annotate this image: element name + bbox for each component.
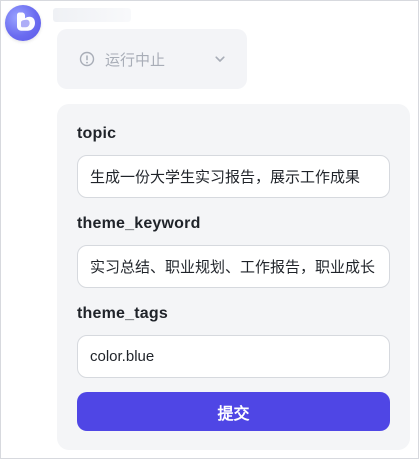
chat-frame: 运行中止 topic 生成一份大学生实习报告，展示工作成果 theme_keyw… xyxy=(0,0,419,459)
info-circle-icon xyxy=(79,51,95,67)
submit-button[interactable]: 提交 xyxy=(77,392,390,431)
field-label-theme-tags: theme_tags xyxy=(77,305,168,322)
run-status-dropdown[interactable]: 运行中止 xyxy=(57,29,247,89)
assistant-logo-icon xyxy=(17,12,35,31)
parameter-form-card: topic 生成一份大学生实习报告，展示工作成果 theme_keyword 实… xyxy=(57,104,410,450)
assistant-avatar xyxy=(5,5,41,41)
field-label-topic: topic xyxy=(77,125,117,142)
theme-keyword-input[interactable]: 实习总结、职业规划、工作报告，职业成长 xyxy=(77,245,390,288)
username-placeholder xyxy=(53,8,131,22)
topic-input[interactable]: 生成一份大学生实习报告，展示工作成果 xyxy=(77,155,390,198)
field-label-theme-keyword: theme_keyword xyxy=(77,215,201,232)
run-status-text: 运行中止 xyxy=(105,51,166,69)
theme-tags-input[interactable]: color.blue xyxy=(77,335,390,378)
chevron-down-icon xyxy=(213,52,227,66)
